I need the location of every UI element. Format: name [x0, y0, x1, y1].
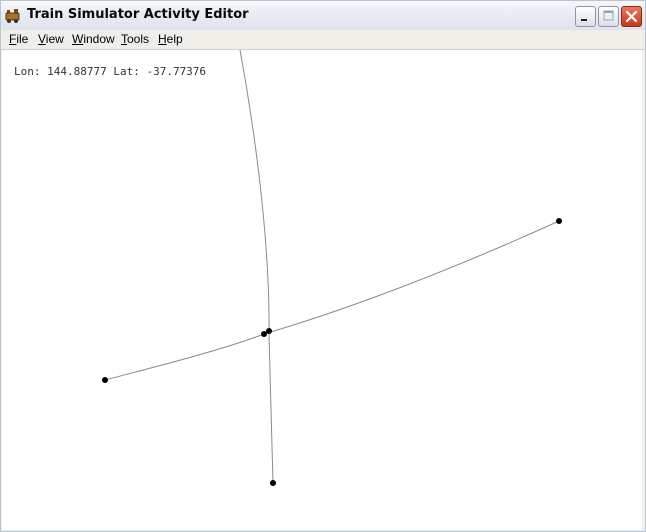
minimize-icon — [581, 19, 587, 21]
app-window: Train Simulator Activity Editor File Vie… — [0, 0, 646, 532]
menu-help[interactable]: Help — [158, 32, 183, 46]
track-node[interactable] — [556, 218, 562, 224]
menu-tools[interactable]: Tools — [121, 32, 149, 46]
minimize-button[interactable] — [575, 6, 596, 27]
menu-help-mnemonic: H — [158, 32, 167, 46]
map-canvas[interactable]: Lon: 144.88777 Lat: -37.77376 — [2, 50, 642, 530]
track-segment-west-east[interactable] — [104, 220, 560, 381]
menu-bar: File View Window Tools Help — [1, 30, 645, 50]
title-bar[interactable]: Train Simulator Activity Editor — [1, 1, 645, 31]
menu-view-mnemonic: V — [38, 32, 46, 46]
menu-view-label: iew — [45, 32, 64, 46]
menu-window-label: indow — [83, 32, 115, 46]
track-node[interactable] — [102, 377, 108, 383]
menu-window-mnemonic: W — [72, 32, 84, 46]
menu-window[interactable]: Window — [72, 32, 115, 46]
window-title: Train Simulator Activity Editor — [27, 7, 249, 22]
maximize-icon — [603, 10, 614, 21]
menu-file-label: ile — [16, 32, 29, 46]
close-icon — [625, 10, 638, 23]
menu-view[interactable]: View — [38, 32, 64, 46]
maximize-button[interactable] — [598, 6, 619, 27]
track-node[interactable] — [266, 328, 272, 334]
menu-tools-label: ools — [127, 32, 150, 46]
menu-help-label: elp — [166, 32, 183, 46]
track-map[interactable] — [2, 50, 642, 530]
close-button[interactable] — [621, 6, 642, 27]
menu-file[interactable]: File — [9, 32, 28, 46]
track-node[interactable] — [270, 480, 276, 486]
track-segment-north-south[interactable] — [239, 50, 274, 484]
track-node[interactable] — [261, 331, 267, 337]
train-app-icon — [5, 9, 20, 23]
